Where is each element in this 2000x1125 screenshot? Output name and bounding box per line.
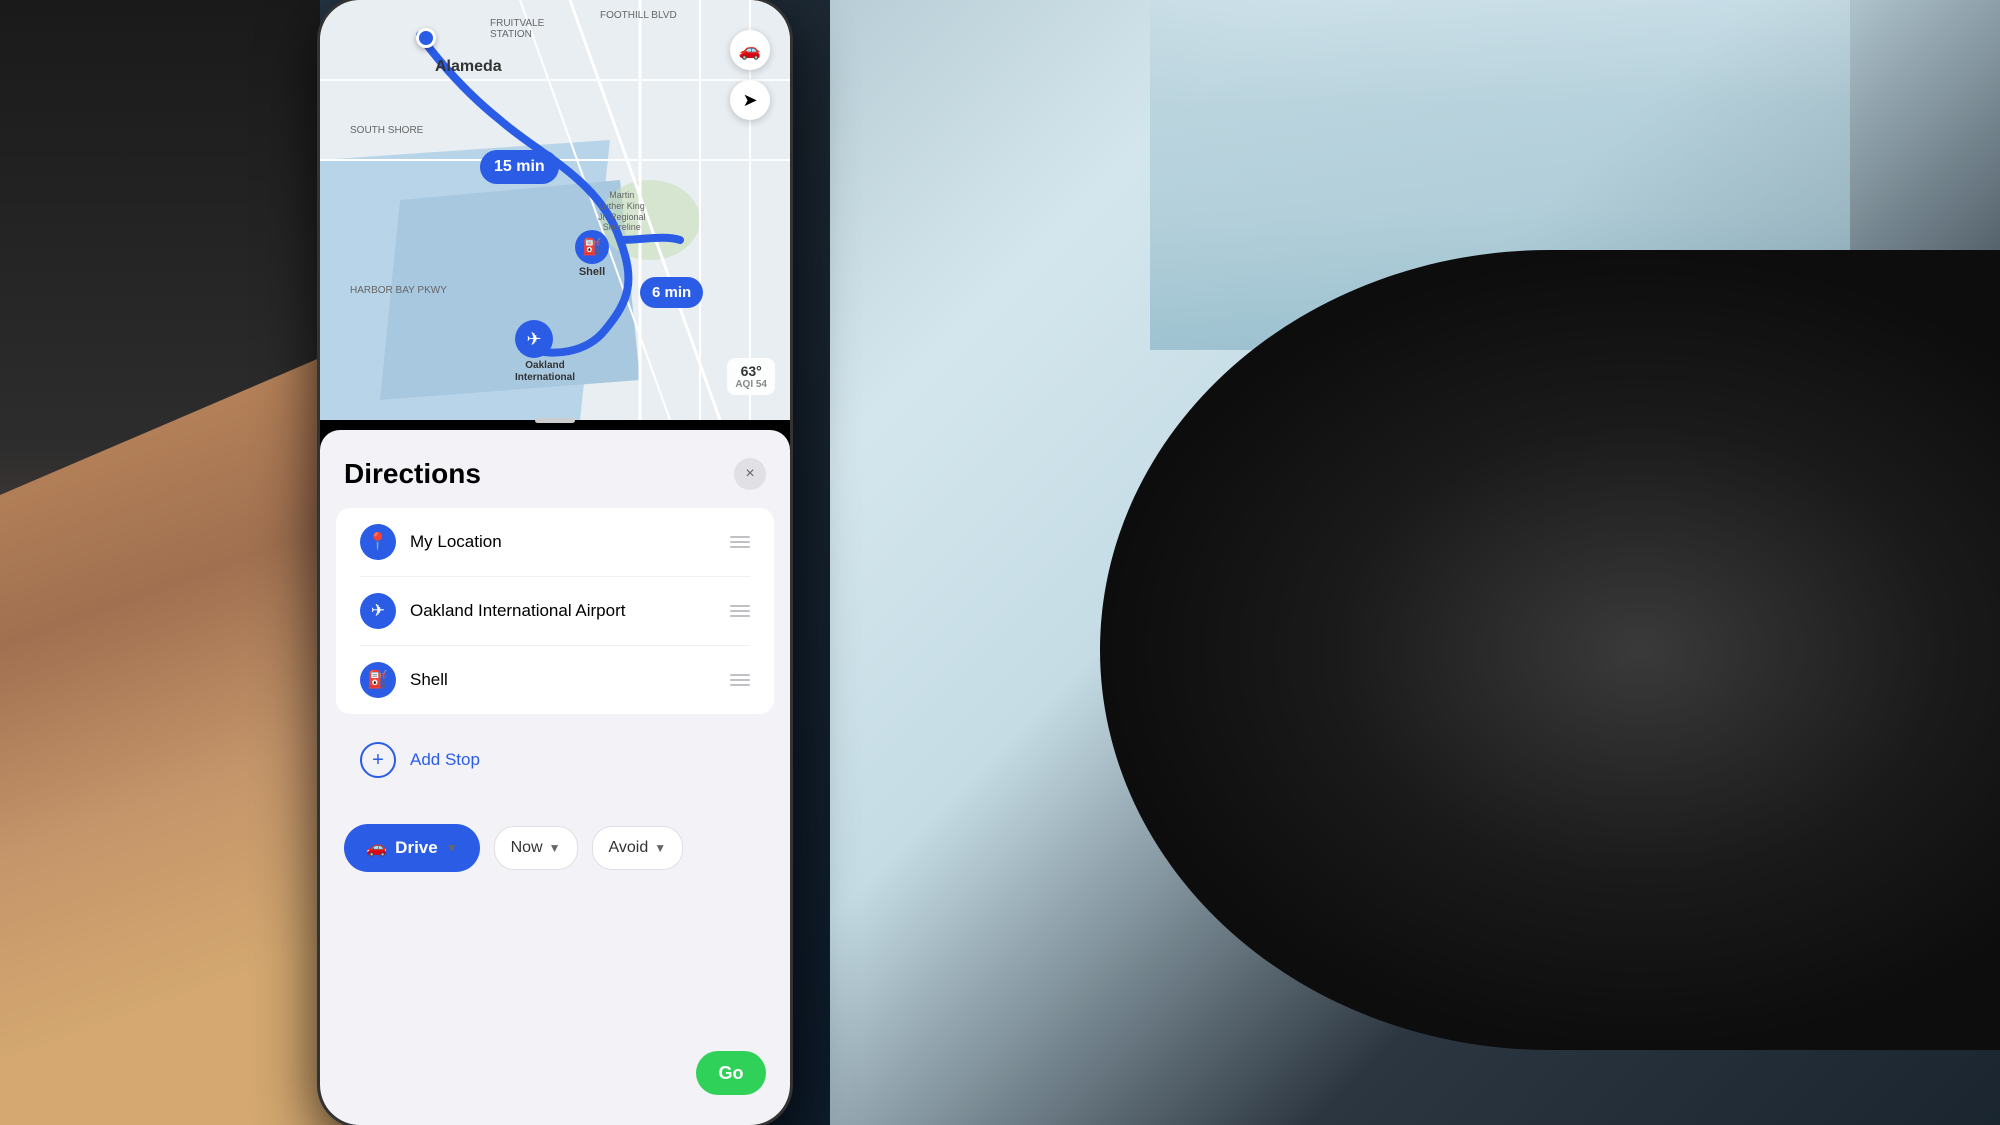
location-icon: 📍 — [360, 524, 396, 560]
scene: Alameda 15 min 6 min ⛽ Shell ✈ OaklandIn… — [0, 0, 2000, 1125]
avoid-chevron-icon: ▼ — [654, 841, 666, 855]
airport-icon: ✈ — [360, 593, 396, 629]
compass-button[interactable]: ➤ — [730, 80, 770, 120]
mlk-label: MartinLuther KingJr. RegionalShoreline — [598, 190, 646, 233]
foothill-label: FOOTHILL BLVD — [600, 10, 677, 21]
time-bubble-6: 6 min — [640, 277, 703, 308]
drive-label: Drive — [395, 838, 438, 858]
map-top-buttons: 🚗 ➤ — [730, 30, 770, 120]
avoid-button[interactable]: Avoid ▼ — [592, 826, 684, 870]
panel-title: Directions — [344, 458, 481, 490]
waypoints-list: 📍 My Location ✈ Oakland International Ai… — [336, 508, 774, 714]
panel-header: Directions × — [320, 430, 790, 508]
waypoint-label-my-location: My Location — [410, 532, 730, 552]
current-location-dot — [416, 28, 436, 48]
map-area: Alameda 15 min 6 min ⛽ Shell ✈ OaklandIn… — [320, 0, 790, 420]
drag-handle-airport — [730, 605, 750, 617]
waypoint-my-location[interactable]: 📍 My Location — [360, 508, 750, 577]
add-stop-label: Add Stop — [410, 750, 480, 770]
go-label: Go — [719, 1063, 744, 1084]
shell-map-pin: ⛽ Shell — [575, 230, 609, 278]
now-button[interactable]: Now ▼ — [494, 826, 578, 870]
waypoint-shell[interactable]: ⛽ Shell — [360, 646, 750, 714]
transit-button[interactable]: 🚗 — [730, 30, 770, 70]
go-button[interactable]: Go — [696, 1051, 766, 1095]
southshore-label: SOUTH SHORE — [350, 125, 423, 136]
gas-icon: ⛽ — [360, 662, 396, 698]
drag-handle-shell — [730, 674, 750, 686]
drag-handle[interactable] — [535, 418, 575, 423]
now-chevron-icon: ▼ — [549, 841, 561, 855]
alameda-label: Alameda — [435, 58, 502, 76]
steering-wheel — [1100, 250, 2000, 1050]
phone: Alameda 15 min 6 min ⛽ Shell ✈ OaklandIn… — [320, 0, 790, 1125]
add-stop-icon: + — [360, 742, 396, 778]
avoid-label: Avoid — [609, 839, 649, 857]
bottom-controls: 🚗 Drive ▼ Now ▼ Avoid ▼ — [320, 804, 790, 892]
waypoint-label-shell: Shell — [410, 670, 730, 690]
oakland-map-pin: ✈ OaklandInternational — [515, 320, 575, 384]
harborbay-label: HARBOR BAY PKWY — [350, 285, 447, 296]
drive-button[interactable]: 🚗 Drive ▼ — [344, 824, 480, 872]
now-label: Now — [511, 839, 543, 857]
time-bubble-15: 15 min — [480, 150, 559, 184]
fruitvale-label: FRUITVALESTATION — [490, 18, 544, 40]
directions-panel: Directions × 📍 My Location — [320, 430, 790, 1125]
drag-handle-my-location — [730, 536, 750, 548]
phone-wrapper: Alameda 15 min 6 min ⛽ Shell ✈ OaklandIn… — [320, 0, 790, 1125]
drive-chevron-icon: ▼ — [446, 841, 458, 855]
waypoint-oakland-airport[interactable]: ✈ Oakland International Airport — [360, 577, 750, 646]
weather-info: 63° AQI 54 — [727, 358, 775, 395]
close-button[interactable]: × — [734, 458, 766, 490]
car-icon: 🚗 — [366, 838, 387, 858]
add-stop-row[interactable]: + Add Stop — [336, 726, 774, 794]
waypoint-label-airport: Oakland International Airport — [410, 601, 730, 621]
